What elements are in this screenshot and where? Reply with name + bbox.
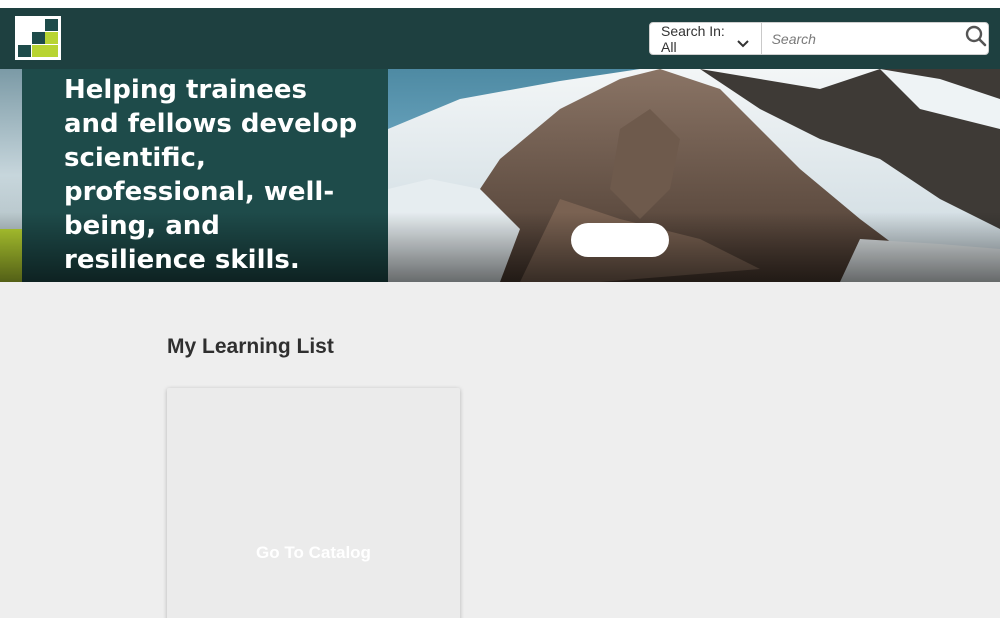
site-header: Search In: All [0,8,1000,69]
catalog-card[interactable]: Go To Catalog [167,388,460,618]
hero-cta-button[interactable] [571,223,669,257]
hero-banner: Helping trainees and fellows develop sci… [0,69,1000,282]
hero-headline: Helping trainees and fellows develop sci… [64,75,358,275]
search-scope-select[interactable]: Search In: All [650,22,762,55]
chevron-down-icon [736,35,749,47]
search-icon [965,25,987,52]
site-logo-icon[interactable] [15,16,61,60]
search-bar: Search In: All [649,22,989,55]
search-input[interactable] [761,23,964,54]
section-title: My Learning List [167,335,334,358]
top-strip [0,0,1000,8]
search-scope-label: Search In: All [661,22,725,55]
go-to-catalog-link[interactable]: Go To Catalog [167,543,460,563]
search-button[interactable] [964,23,988,54]
